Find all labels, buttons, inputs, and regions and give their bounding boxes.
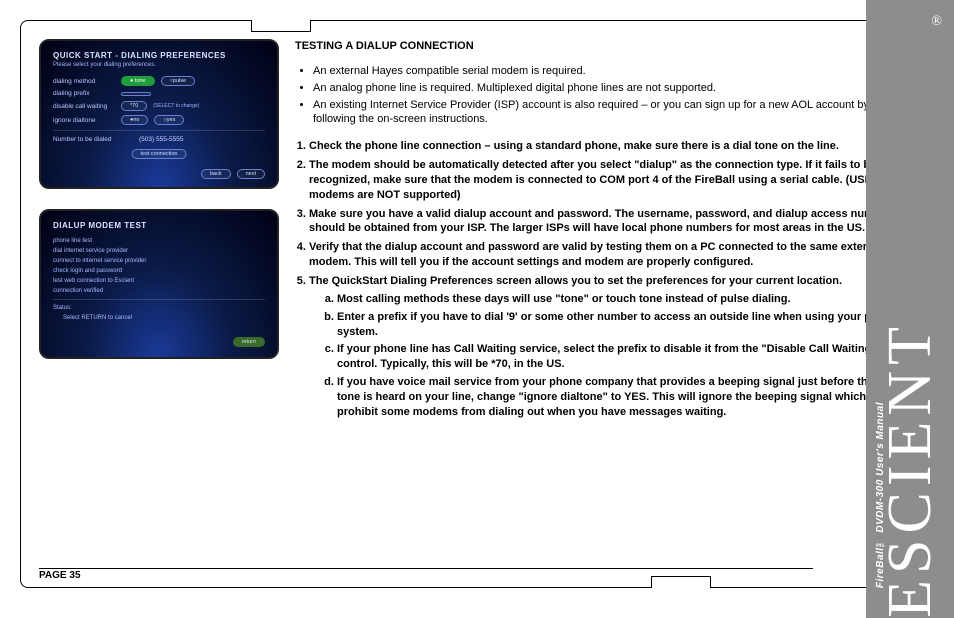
registered-mark: ® xyxy=(931,14,942,30)
screenshot-modem-test: DIALUP MODEM TEST phone line test dial i… xyxy=(39,209,279,359)
binder-notch-top xyxy=(251,20,311,32)
thumb1-dcw-value: *70 xyxy=(121,101,147,111)
step-4: Verify that the dialup account and passw… xyxy=(309,240,909,270)
thumb1-prefix-label: dialing prefix xyxy=(53,90,115,97)
step-1: Check the phone line connection – using … xyxy=(309,139,909,154)
step-2: The modem should be automatically detect… xyxy=(309,158,909,203)
step-5a: Most calling methods these days will use… xyxy=(337,292,909,307)
thumb1-ignore-yes: ○yes xyxy=(154,115,184,125)
thumb1-prefix-value xyxy=(121,92,151,96)
page-footer: PAGE 35 xyxy=(39,568,813,581)
thumb1-title: QUICK START - DIALING PREFERENCES xyxy=(53,51,265,60)
brand-logo: ESCIENT xyxy=(879,315,941,618)
thumb1-method-label: dialing method xyxy=(53,78,115,85)
screenshot-column: QUICK START - DIALING PREFERENCES Please… xyxy=(39,39,279,557)
thumb1-ignore-no: ●no xyxy=(121,115,148,125)
thumb1-subtitle: Please select your dialing preferences. xyxy=(53,62,265,68)
thumb2-status-label: Status: xyxy=(53,305,265,311)
bullet-3: An existing Internet Service Provider (I… xyxy=(313,98,909,128)
brand-sidebar: ® FireBall™ DVDM-300 User's Manual ESCIE… xyxy=(866,0,954,618)
step-5d: If you have voice mail service from your… xyxy=(337,375,909,420)
screenshot-dialing-preferences: QUICK START - DIALING PREFERENCES Please… xyxy=(39,39,279,189)
thumb2-line-4: check login and password xyxy=(53,268,265,274)
thumb1-test-button: test connection xyxy=(132,149,187,159)
thumb1-ignore-label: ignore dialtone xyxy=(53,117,115,124)
thumb2-status-text: Select RETURN to cancel xyxy=(63,315,265,321)
text-column: TESTING A DIALUP CONNECTION An external … xyxy=(295,39,915,557)
thumb1-back-button: back xyxy=(201,169,231,179)
requirements-list: An external Hayes compatible serial mode… xyxy=(313,64,909,127)
content-row: QUICK START - DIALING PREFERENCES Please… xyxy=(39,39,915,557)
thumb1-method-tone: ● tone xyxy=(121,76,155,86)
page-number: PAGE 35 xyxy=(39,570,81,581)
thumb2-return-button: return xyxy=(233,337,265,347)
bullet-2: An analog phone line is required. Multip… xyxy=(313,81,909,96)
page-frame: QUICK START - DIALING PREFERENCES Please… xyxy=(20,20,934,588)
thumb2-line-6: connection verified xyxy=(53,288,265,294)
bullet-1: An external Hayes compatible serial mode… xyxy=(313,64,909,79)
step-5-sublist: Most calling methods these days will use… xyxy=(337,292,909,420)
thumb2-line-5: test web connection to Escient xyxy=(53,278,265,284)
step-3: Make sure you have a valid dialup accoun… xyxy=(309,207,909,237)
steps-list: Check the phone line connection – using … xyxy=(309,139,909,419)
thumb1-method-pulse: ○pulse xyxy=(161,76,195,86)
thumb2-line-2: dial internet service provider xyxy=(53,248,265,254)
thumb1-number-label: Number to be dialed xyxy=(53,136,133,143)
thumb1-number-value: (503) 555-5555 xyxy=(139,136,183,143)
thumb2-title: DIALUP MODEM TEST xyxy=(53,221,265,230)
section-heading: TESTING A DIALUP CONNECTION xyxy=(295,39,909,54)
step-5c: If your phone line has Call Waiting serv… xyxy=(337,342,909,372)
step-5-text: The QuickStart Dialing Preferences scree… xyxy=(309,275,842,287)
step-5: The QuickStart Dialing Preferences scree… xyxy=(309,274,909,420)
thumb2-line-1: phone line test xyxy=(53,238,265,244)
thumb2-line-3: connect to internet service provider xyxy=(53,258,265,264)
thumb1-dcw-label: disable call waiting xyxy=(53,103,115,110)
thumb1-dcw-hint: (SELECT to change) xyxy=(153,103,199,109)
thumb1-next-button: next xyxy=(237,169,265,179)
step-5b: Enter a prefix if you have to dial '9' o… xyxy=(337,310,909,340)
